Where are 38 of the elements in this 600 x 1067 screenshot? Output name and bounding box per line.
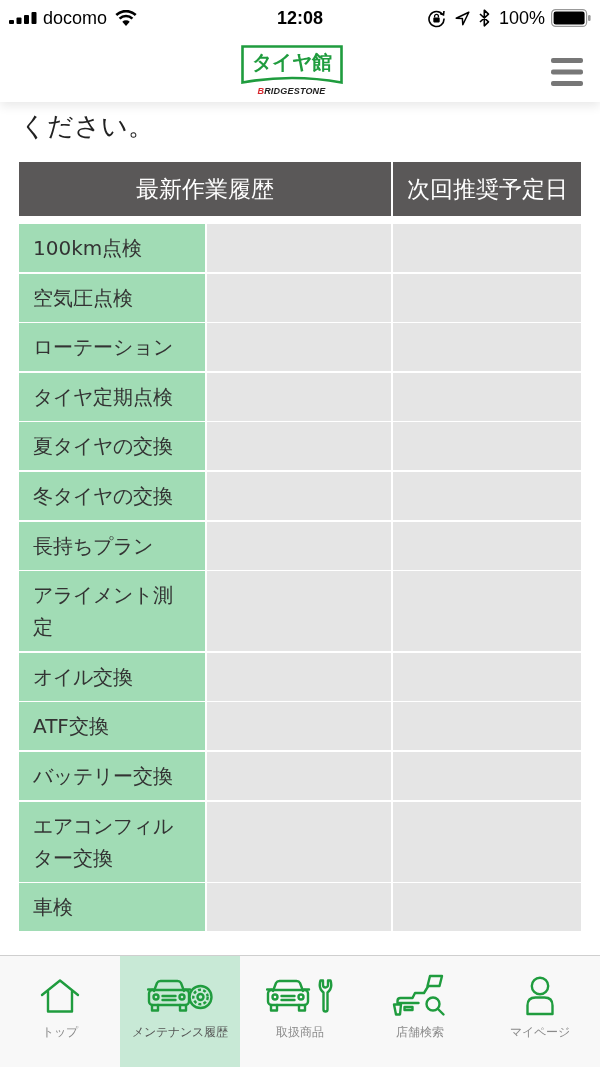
row-label: 空気圧点検: [19, 273, 205, 322]
carrier-name: docomo: [43, 7, 108, 29]
tab-bar-item[interactable]: 取扱商品: [240, 956, 360, 1067]
intro-text: ください。: [20, 110, 155, 143]
logo-text: タイヤ館: [251, 50, 332, 74]
row-label: ATF交換: [19, 702, 205, 751]
tab-bar-item[interactable]: トップ: [0, 956, 120, 1067]
row-label: オイル交換: [19, 652, 205, 701]
row-label: 冬タイヤの交換: [19, 471, 205, 520]
row-label: 長持ちプラン: [19, 521, 205, 570]
car-brake-disc-icon: [147, 978, 213, 1014]
row-label: 車検: [19, 883, 205, 932]
rotation-lock-icon: [426, 8, 446, 28]
row-label: 100km点検: [19, 224, 205, 272]
tab-bar-item[interactable]: マイページ: [480, 956, 600, 1067]
bluetooth-icon: [478, 9, 490, 27]
location-icon: [454, 10, 470, 26]
row-label: アライメント測定: [19, 571, 205, 652]
signal-icon: [9, 12, 37, 24]
row-label: ローテーション: [19, 323, 205, 372]
column-header: 次回推奨予定日: [393, 162, 581, 216]
car-wrench-icon: [266, 978, 334, 1014]
brand-name: BRIDGESTONE: [257, 86, 326, 97]
column-header: 最新作業履歴: [19, 162, 391, 216]
menu-icon: [551, 57, 583, 86]
row-label: タイヤ定期点検: [19, 372, 205, 421]
row-label: バッテリー交換: [19, 751, 205, 800]
tab-bar-item[interactable]: 店舗検索: [360, 956, 480, 1067]
row-label: 夏タイヤの交換: [19, 422, 205, 471]
tab-bar-item[interactable]: メンテナンス履歴: [120, 956, 240, 1067]
home-icon: [39, 978, 81, 1014]
row-label: エアコンフィルター交換: [19, 801, 205, 882]
battery-icon: [551, 9, 591, 27]
wifi-icon: [115, 10, 138, 26]
user-icon: [525, 976, 555, 1016]
status-time: 12:08: [276, 7, 323, 29]
menu-button[interactable]: [551, 57, 583, 86]
battery-percentage: 100%: [498, 7, 545, 29]
